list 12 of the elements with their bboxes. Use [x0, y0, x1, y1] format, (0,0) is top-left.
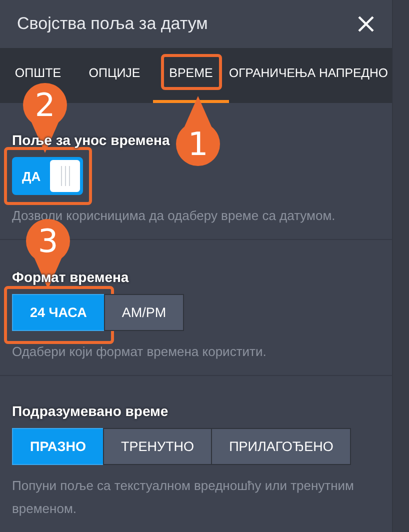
close-icon[interactable] [357, 15, 375, 33]
field-label: Подразумевано време [12, 403, 168, 419]
segment-button[interactable]: ТРЕНУТНО [102, 428, 212, 465]
tab[interactable]: ОПЦИЈЕ [76, 48, 153, 81]
tab[interactable]: ОПШТЕ [0, 48, 76, 81]
dialog-title: Својства поља за датум [17, 14, 208, 34]
field-description: Попуни поље са текстуалном вредношћу или тренутним временом. [12, 477, 355, 518]
field-description: Дозволи корисницима да одаберу време са датумом. [12, 207, 336, 225]
segment-button[interactable]: ПРИЛАГОЂЕНО [211, 428, 352, 465]
tab[interactable]: ОГРАНИЧЕЊА НАПРЕДНО [229, 48, 392, 81]
field-description: Одабери који формат времена користити. [12, 343, 268, 361]
segment-button[interactable]: AM/PM [104, 294, 184, 331]
